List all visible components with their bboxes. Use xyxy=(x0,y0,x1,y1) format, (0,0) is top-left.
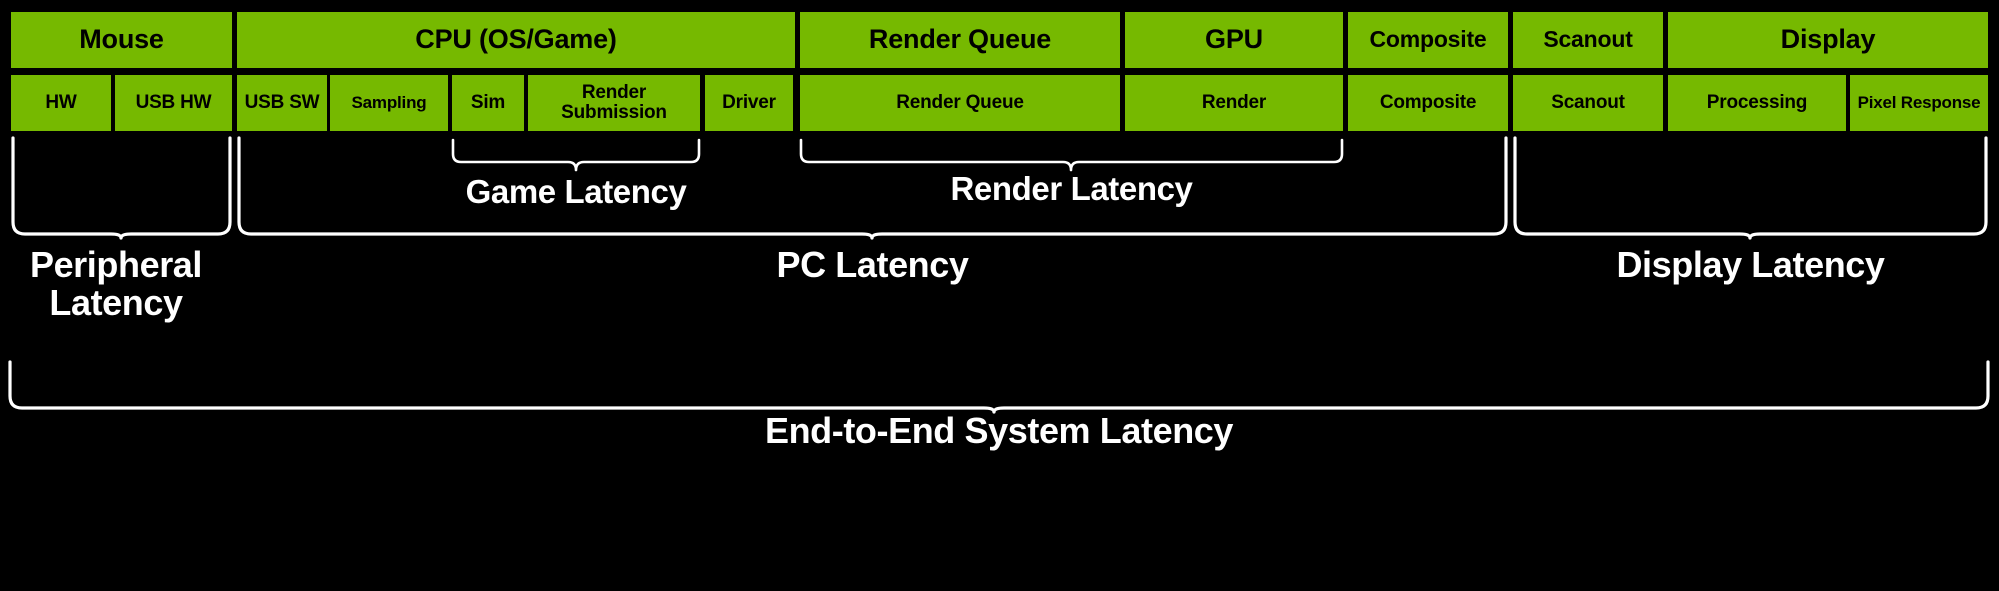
substage-block-render[interactable]: Render xyxy=(1125,75,1343,131)
substage-block-processing[interactable]: Processing xyxy=(1668,75,1846,131)
stage-block-cpu[interactable]: CPU (OS/Game) xyxy=(237,12,795,68)
substage-block-scanout[interactable]: Scanout xyxy=(1513,75,1663,131)
substage-block-driver[interactable]: Driver xyxy=(705,75,793,131)
bracket-label-peripheral-latency: Peripheral Latency xyxy=(29,244,203,323)
substage-block-sim[interactable]: Sim xyxy=(452,75,524,131)
substage-block-hw[interactable]: HW xyxy=(11,75,111,131)
substage-block-render-queue[interactable]: Render Queue xyxy=(800,75,1120,131)
substage-block-render-submission[interactable]: Render Submission xyxy=(528,75,700,131)
bracket-label-end-to-end-latency: End-to-End System Latency xyxy=(764,410,1234,451)
stage-block-render-queue[interactable]: Render Queue xyxy=(800,12,1120,68)
stage-block-mouse[interactable]: Mouse xyxy=(11,12,232,68)
substage-block-usb-sw[interactable]: USB SW xyxy=(237,75,327,131)
latency-diagram: Mouse CPU (OS/Game) Render Queue GPU Com… xyxy=(0,0,1999,591)
stage-block-display[interactable]: Display xyxy=(1668,12,1988,68)
bracket-label-pc-latency: PC Latency xyxy=(776,244,969,285)
stage-block-gpu[interactable]: GPU xyxy=(1125,12,1343,68)
substage-block-pixel-response[interactable]: Pixel Response xyxy=(1850,75,1988,131)
bracket-peripheral-latency xyxy=(11,136,232,240)
substage-block-usb-hw[interactable]: USB HW xyxy=(115,75,232,131)
substage-block-composite[interactable]: Composite xyxy=(1348,75,1508,131)
bracket-pc-latency xyxy=(237,136,1508,240)
bracket-end-to-end-latency xyxy=(8,360,1990,414)
bracket-label-display-latency: Display Latency xyxy=(1616,244,1885,285)
stage-block-composite[interactable]: Composite xyxy=(1348,12,1508,68)
stage-block-scanout[interactable]: Scanout xyxy=(1513,12,1663,68)
substage-block-sampling[interactable]: Sampling xyxy=(330,75,448,131)
bracket-display-latency xyxy=(1513,136,1988,240)
